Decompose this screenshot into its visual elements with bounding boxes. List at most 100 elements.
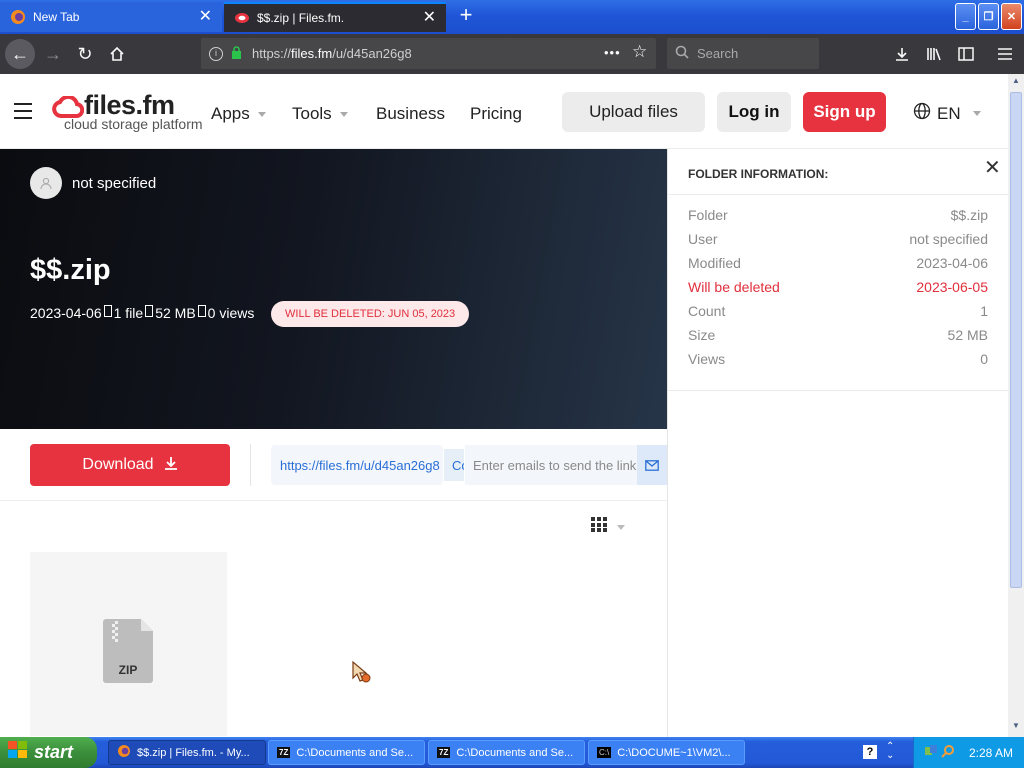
info-value: 2023-04-06 (916, 255, 988, 271)
window-restore-button[interactable]: ❐ (978, 3, 999, 30)
info-value: 52 MB (947, 327, 988, 343)
globe-icon (913, 102, 931, 125)
logo-tagline: cloud storage platform (64, 116, 203, 132)
download-button[interactable]: Download (30, 444, 230, 486)
back-arrow-icon[interactable]: ← (5, 39, 35, 69)
info-icon[interactable]: i (209, 46, 223, 61)
search-tray-icon[interactable] (941, 744, 955, 761)
search-icon (675, 45, 689, 62)
chevron-down-icon (972, 111, 981, 116)
window-minimize-button[interactable]: _ (955, 3, 976, 30)
windows-taskbar: start $$.zip | Files.fm. - My... 7Z C:\D… (0, 737, 1024, 768)
folder-meta: 2023-04-06 1 file 52 MB 0 views (30, 305, 254, 321)
owner-name: not specified (72, 175, 157, 192)
start-button[interactable]: start (0, 737, 97, 768)
separator-glyph (103, 305, 112, 317)
deletion-badge: WILL BE DELETED: JUN 05, 2023 (271, 301, 470, 327)
divider (0, 500, 667, 501)
copy-link-button[interactable]: Co (444, 449, 464, 481)
chevron-down-icon (339, 112, 348, 118)
site-menu-icon[interactable] (14, 103, 32, 119)
home-icon[interactable] (102, 39, 132, 69)
download-label: Download (82, 456, 154, 473)
taskbar-item-7zip-1[interactable]: 7Z C:\Documents and Se... (268, 740, 425, 765)
url-text: https://files.fm/u/d45an26g8 (252, 46, 412, 61)
bookmark-star-icon[interactable]: ☆ (632, 42, 647, 62)
search-bar[interactable]: Search (667, 38, 819, 69)
url-domain: files.fm (291, 46, 333, 61)
system-tray: 2:28 AM (913, 737, 1024, 768)
taskbar-item-7zip-2[interactable]: 7Z C:\Documents and Se... (428, 740, 585, 765)
firefox-icon (117, 744, 131, 761)
page-actions-menu-icon[interactable]: ••• (604, 45, 621, 60)
nav-pricing[interactable]: Pricing (470, 104, 522, 124)
files-fm-logo[interactable]: files.fm cloud storage platform (52, 90, 203, 132)
upload-files-button[interactable]: Upload files (562, 92, 705, 132)
nav-apps-label: Apps (211, 104, 250, 123)
info-value: not specified (909, 231, 988, 247)
windows-logo-icon (8, 741, 28, 764)
share-link-field[interactable]: https://files.fm/u/d45an26g8 (271, 445, 443, 485)
zip-file-icon: ZIP (103, 619, 153, 683)
view-mode-toggle[interactable] (591, 517, 631, 537)
task-label: C:\DOCUME~1\VM2\... (617, 746, 731, 759)
close-tab-icon[interactable]: ✕ (199, 9, 212, 25)
info-key: Will be deleted (688, 279, 780, 295)
7zip-icon: 7Z (277, 747, 291, 758)
hamburger-menu-icon[interactable] (990, 39, 1020, 69)
info-value: 0 (980, 351, 988, 367)
download-icon (164, 456, 178, 475)
clock: 2:28 AM (969, 745, 1014, 760)
new-tab-plus-icon[interactable]: + (455, 4, 477, 27)
tray-expand-icon[interactable]: ⌃ ⌄ (886, 742, 894, 761)
nav-tools-label: Tools (292, 104, 332, 123)
folder-hero: not specified $$.zip 2023-04-06 1 file 5… (0, 149, 667, 429)
reload-icon[interactable]: ↻ (70, 39, 100, 69)
language-label: EN (937, 103, 961, 123)
files-fm-favicon-icon (234, 10, 250, 26)
scrollbar-thumb[interactable] (1010, 92, 1022, 588)
info-row-folder: Folder $$.zip (688, 207, 988, 227)
grid-view-icon (591, 517, 608, 537)
address-bar[interactable]: i https://files.fm/u/d45an26g8 ••• ☆ (201, 38, 656, 69)
file-type-label: ZIP (118, 663, 138, 677)
file-card[interactable]: ZIP (30, 552, 227, 736)
signup-button[interactable]: Sign up (803, 92, 886, 132)
tab-files-fm[interactable]: $$.zip | Files.fm. ✕ (224, 2, 446, 32)
nav-apps[interactable]: Apps (211, 104, 266, 124)
email-input[interactable]: Enter emails to send the link (465, 445, 637, 485)
divider (668, 194, 1009, 195)
chevron-down-icon (257, 112, 266, 118)
tab-new-tab[interactable]: New Tab ✕ (0, 2, 222, 32)
help-icon[interactable]: ? (863, 745, 877, 759)
nav-tools[interactable]: Tools (292, 104, 348, 124)
taskbar-item-firefox[interactable]: $$.zip | Files.fm. - My... (108, 740, 266, 765)
downloads-icon[interactable] (887, 39, 917, 69)
window-close-button[interactable]: ✕ (1001, 3, 1022, 30)
scroll-up-arrow-icon[interactable]: ▲ (1010, 76, 1022, 90)
info-row-modified: Modified 2023-04-06 (688, 255, 988, 275)
login-button[interactable]: Log in (717, 92, 791, 132)
info-row-count: Count 1 (688, 303, 988, 323)
library-icon[interactable] (919, 39, 949, 69)
info-row-deletion: Will be deleted 2023-06-05 (688, 279, 988, 299)
browser-navigation-bar: ← → ↻ i https://files.fm/u/d45an26g8 •••… (0, 34, 1024, 74)
scroll-down-arrow-icon[interactable]: ▼ (1010, 721, 1022, 735)
close-icon[interactable]: ✕ (984, 155, 1001, 180)
sidebar-toggle-icon[interactable] (951, 39, 981, 69)
info-key: Views (688, 351, 726, 367)
nav-business[interactable]: Business (376, 104, 445, 124)
start-label: start (34, 742, 74, 762)
info-key: Folder (688, 207, 728, 223)
close-tab-icon[interactable]: ✕ (423, 10, 436, 26)
network-icon[interactable] (924, 744, 938, 761)
forward-arrow-icon[interactable]: → (38, 39, 68, 69)
info-value: 2023-06-05 (916, 279, 988, 295)
site-header: files.fm cloud storage platform Apps Too… (0, 74, 1008, 149)
language-selector[interactable]: EN (913, 102, 981, 125)
url-prefix: https:// (252, 46, 292, 61)
send-email-icon[interactable] (637, 445, 667, 485)
task-label: C:\Documents and Se... (456, 746, 574, 759)
divider (250, 444, 251, 486)
taskbar-item-cmd[interactable]: C:\ C:\DOCUME~1\VM2\... (588, 740, 745, 765)
